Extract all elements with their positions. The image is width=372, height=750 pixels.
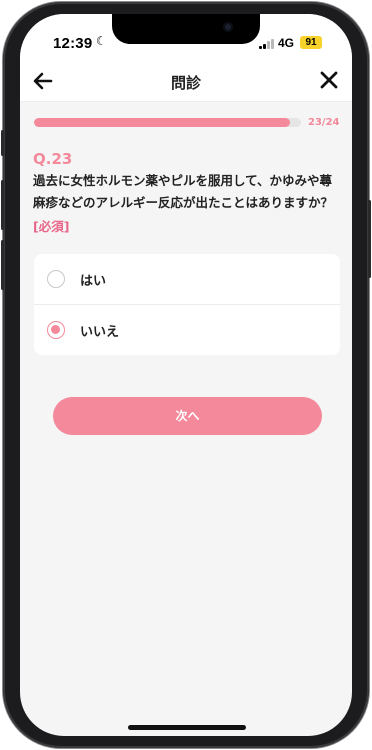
progress-bar <box>34 118 301 127</box>
question-number: Q.23 <box>33 150 73 168</box>
signal-icon <box>259 39 275 49</box>
required-label: [必須] <box>33 219 70 234</box>
option-yes[interactable]: はい <box>34 254 340 304</box>
page-title: 問診 <box>170 74 201 92</box>
radio-button[interactable] <box>47 270 65 288</box>
network-type: 4G <box>278 36 295 50</box>
phone-screen: 12:39 ☾ 4G 91 問診 23/24 Q.23 過去に女性ホルモン薬やピ… <box>20 14 352 736</box>
home-indicator <box>128 725 246 730</box>
next-button[interactable]: 次へ <box>53 397 322 435</box>
moon-icon: ☾ <box>96 34 107 48</box>
battery-icon: 91 <box>300 36 322 49</box>
question-text: 過去に女性ホルモン薬やピルを服用して、かゆみや蕁麻疹などのアレルギー反応が出たこ… <box>33 173 334 210</box>
progress-count: 23/24 <box>308 117 340 128</box>
notch <box>112 14 260 44</box>
close-icon[interactable] <box>317 68 341 92</box>
option-label: いいえ <box>80 325 120 340</box>
answer-options: はい いいえ <box>34 254 340 355</box>
side-button <box>368 200 371 278</box>
side-button <box>1 130 4 156</box>
progress-bar-fill <box>34 118 290 127</box>
camera-icon <box>223 22 233 32</box>
option-label: はい <box>80 274 107 289</box>
status-time: 12:39 <box>53 35 93 52</box>
side-button <box>1 180 4 230</box>
option-no[interactable]: いいえ <box>34 304 340 354</box>
radio-button[interactable] <box>47 321 65 339</box>
app-header: 問診 <box>20 60 352 102</box>
side-button <box>1 240 4 290</box>
